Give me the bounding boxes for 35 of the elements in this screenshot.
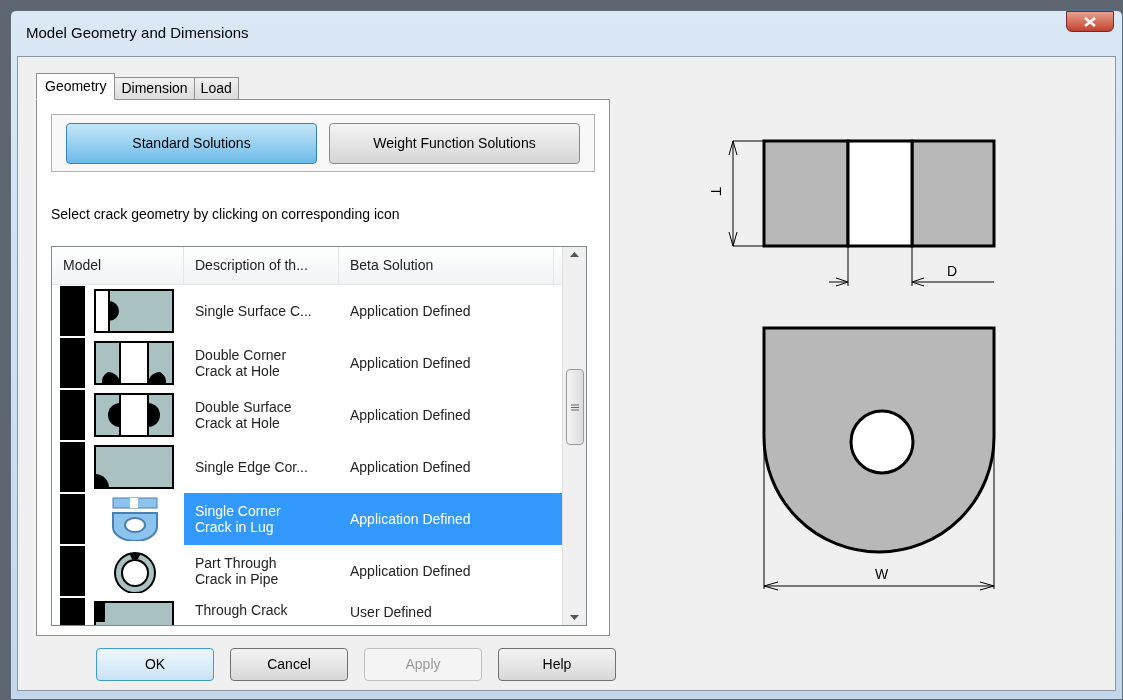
scroll-up-icon[interactable] (570, 251, 579, 257)
plate-crack-icon (94, 341, 174, 385)
model-marker (60, 442, 85, 492)
list-row[interactable]: Single Surface C... Application Defined (184, 285, 562, 337)
list-row[interactable]: Part Through Crack in Pipe Application Defined (184, 545, 562, 597)
lug-dimension-drawing: T D W (701, 101, 1001, 601)
plate-crack-icon (94, 445, 174, 489)
close-button[interactable] (1066, 11, 1114, 32)
dialog-button[interactable]: OK (96, 648, 214, 681)
column-header[interactable]: Beta Solution (339, 247, 554, 284)
list-row[interactable]: Single Edge Cor... Application Defined (184, 441, 562, 493)
model-marker (60, 286, 85, 336)
scrollbar[interactable] (562, 247, 586, 625)
grip-icon (571, 403, 579, 411)
model-marker (60, 494, 85, 544)
instruction-text: Select crack geometry by clicking on corresponding icon (51, 205, 401, 224)
close-icon (1084, 16, 1096, 27)
list-row[interactable]: Double Corner Crack at Hole Application Defined (184, 337, 562, 389)
list-row[interactable]: Through Crack User Defined (184, 597, 562, 625)
model-marker (60, 390, 85, 440)
scrollbar-thumb[interactable] (566, 369, 584, 445)
dialog-button[interactable]: Cancel (230, 648, 348, 681)
model-marker (60, 546, 85, 596)
scroll-down-icon[interactable] (570, 615, 579, 621)
window-title: Model Geometry and Dimensions (26, 23, 249, 44)
model-marker (60, 338, 85, 388)
solution-button[interactable]: Weight Function Solutions (329, 122, 580, 164)
column-header[interactable]: Model (52, 247, 184, 284)
solution-button[interactable]: Standard Solutions (66, 122, 317, 164)
list-row[interactable]: Double Surface Crack at Hole Application Defined (184, 389, 562, 441)
tab[interactable]: Geometry (36, 73, 116, 100)
column-header[interactable]: Description of th... (184, 247, 339, 284)
plate-crack-icon (94, 393, 174, 437)
plate-crack-icon (94, 289, 174, 333)
dialog-button[interactable]: Help (498, 648, 616, 681)
